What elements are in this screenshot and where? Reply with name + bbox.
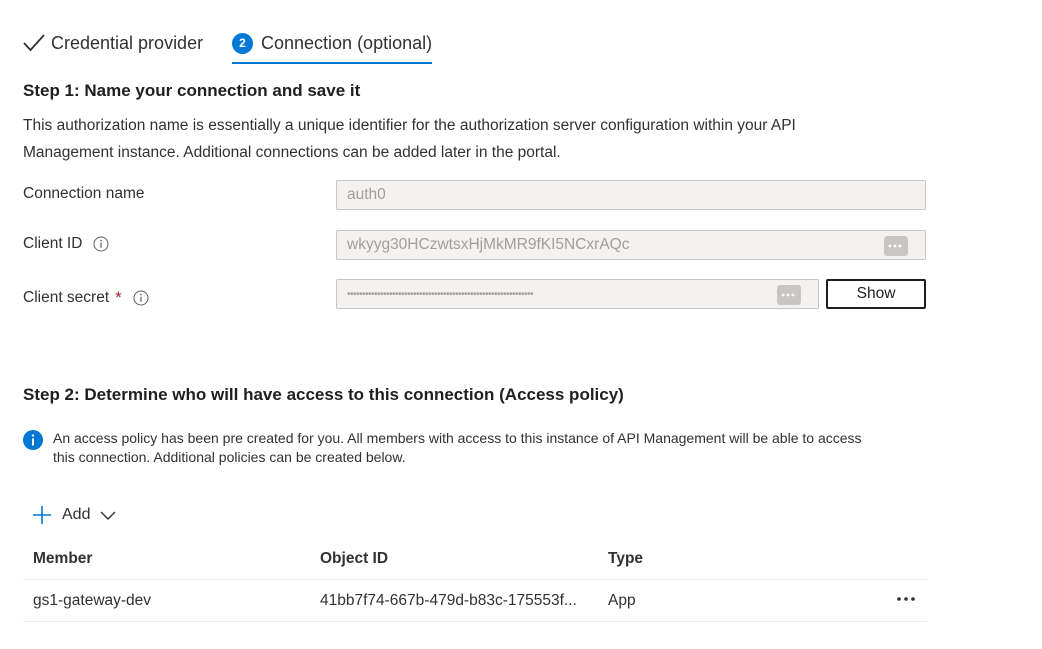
- add-button-label: Add: [62, 506, 91, 523]
- column-header-member[interactable]: Member: [33, 538, 92, 579]
- column-header-object-id[interactable]: Object ID: [320, 538, 388, 579]
- client-id-ellipsis-icon[interactable]: [884, 236, 908, 256]
- step1-heading: Step 1: Name your connection and save it: [23, 81, 361, 100]
- create-credential-panel: Credential provider 2 Connection (option…: [0, 0, 1042, 649]
- client-secret-ellipsis-icon[interactable]: [777, 285, 801, 305]
- checkmark-icon: [23, 34, 45, 52]
- access-policy-table: Member Object ID Type gs1-gateway-dev 41…: [23, 538, 927, 622]
- client-id-label: Client ID: [23, 235, 109, 253]
- client-id-label-text: Client ID: [23, 235, 83, 252]
- cell-object-id: 41bb7f74-667b-479d-b83c-175553f...: [320, 591, 577, 609]
- show-secret-button[interactable]: Show: [826, 279, 926, 309]
- step-number-badge: 2: [232, 32, 253, 54]
- chevron-down-icon: [100, 511, 116, 520]
- more-icon[interactable]: [895, 593, 917, 605]
- connection-name-field[interactable]: auth0: [336, 180, 926, 210]
- table-header: Member Object ID Type: [23, 538, 927, 580]
- plus-icon: [33, 506, 51, 524]
- column-header-type[interactable]: Type: [608, 538, 643, 579]
- access-policy-info-text: An access policy has been pre created fo…: [53, 430, 862, 465]
- info-filled-icon: [23, 430, 43, 450]
- ellipsis-icon: [781, 293, 795, 297]
- client-id-field[interactable]: wkyyg30HCzwtsxHjMkMR9fKI5NCxrAQc: [336, 230, 926, 260]
- client-secret-field[interactable]: ••••••••••••••••••••••••••••••••••••••••…: [336, 279, 819, 309]
- cell-type: App: [608, 591, 636, 609]
- access-policy-info-bar: An access policy has been pre created fo…: [23, 429, 883, 467]
- client-secret-label: Client secret *: [23, 288, 149, 308]
- tab-credential-provider[interactable]: Credential provider: [22, 30, 203, 56]
- tab-credential-provider-label: Credential provider: [51, 32, 204, 53]
- ellipsis-icon: [888, 244, 902, 248]
- client-id-value: wkyyg30HCzwtsxHjMkMR9fKI5NCxrAQc: [347, 236, 630, 253]
- connection-name-value: auth0: [347, 186, 386, 203]
- tab-connection-label: Connection (optional): [261, 32, 433, 53]
- connection-name-label: Connection name: [23, 185, 145, 203]
- client-secret-value: ••••••••••••••••••••••••••••••••••••••••…: [347, 288, 534, 300]
- client-secret-label-text: Client secret: [23, 289, 110, 306]
- active-tab-indicator: [232, 62, 433, 64]
- info-icon[interactable]: [93, 236, 109, 252]
- connection-name-label-text: Connection name: [23, 185, 145, 202]
- table-row[interactable]: gs1-gateway-dev 41bb7f74-667b-479d-b83c-…: [23, 580, 927, 622]
- step2-heading: Step 2: Determine who will have access t…: [23, 385, 624, 404]
- step1-description: This authorization name is essentially a…: [23, 117, 796, 161]
- add-button[interactable]: Add: [32, 503, 116, 527]
- info-icon[interactable]: [133, 290, 149, 306]
- required-marker: *: [115, 288, 122, 307]
- cell-member: gs1-gateway-dev: [33, 591, 152, 609]
- tab-connection[interactable]: 2 Connection (optional): [232, 30, 433, 64]
